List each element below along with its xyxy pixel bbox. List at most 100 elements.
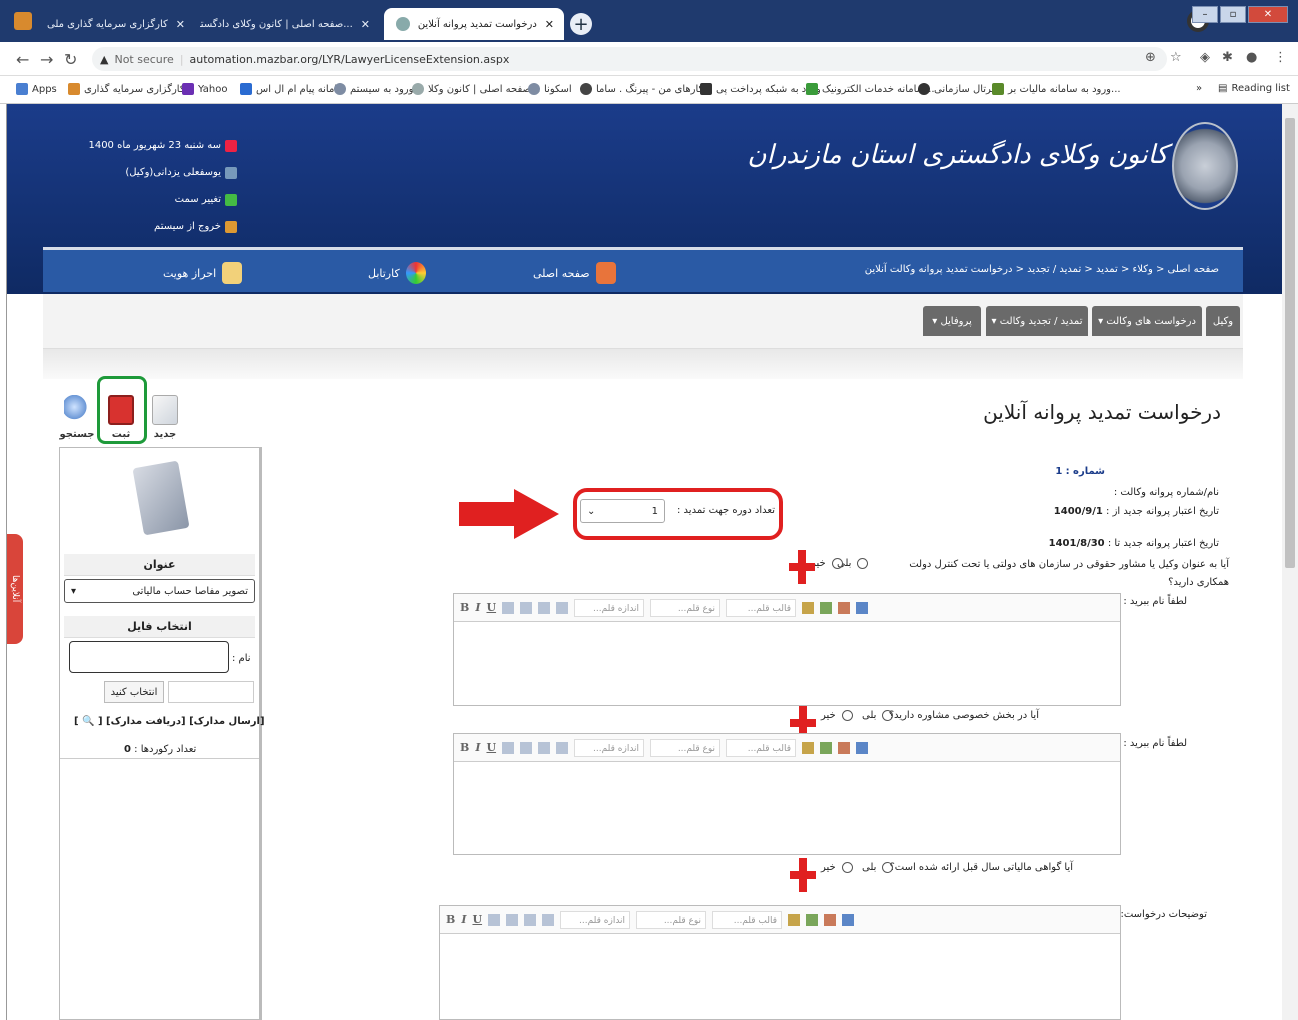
bookmark-item[interactable]: سامانه پیام ام ال اس bbox=[240, 83, 346, 95]
q1-no-option[interactable]: خیر bbox=[811, 558, 843, 569]
bookmark-item[interactable]: ورود به سامانه مالیات بر... bbox=[992, 83, 1121, 95]
reading-list-button[interactable]: ▤ Reading list bbox=[1218, 83, 1290, 94]
back-icon[interactable]: ← bbox=[16, 50, 29, 69]
image-icon[interactable] bbox=[802, 601, 815, 614]
new-button[interactable]: جدید bbox=[145, 384, 185, 440]
bookmark-apps[interactable]: Apps bbox=[16, 83, 57, 95]
q3-no[interactable]: خیر bbox=[821, 862, 853, 873]
font-size-select[interactable]: اندازه قلم... bbox=[560, 910, 631, 929]
menu-lawyer[interactable]: وکیل bbox=[1206, 306, 1240, 336]
image-icon[interactable] bbox=[802, 741, 815, 754]
vertical-scrollbar[interactable] bbox=[1282, 104, 1298, 1020]
underline-icon[interactable]: U bbox=[486, 741, 496, 754]
q2-no[interactable]: خیر bbox=[821, 710, 853, 721]
italic-icon[interactable]: I bbox=[475, 741, 480, 754]
search-button[interactable]: جستجو bbox=[57, 384, 97, 440]
menu-icon[interactable]: ⋮ bbox=[1274, 50, 1287, 65]
table-icon[interactable] bbox=[820, 741, 833, 754]
description-editor[interactable]: BIU اندازه قلم... نوع قلم... قالب قلم... bbox=[439, 905, 1121, 1020]
rich-editor-1[interactable]: BIU اندازه قلم... نوع قلم... قالب قلم... bbox=[453, 593, 1121, 706]
source-icon[interactable] bbox=[842, 913, 855, 926]
align-left-icon[interactable] bbox=[524, 913, 537, 926]
align-right-icon[interactable] bbox=[502, 601, 515, 614]
document-type-select[interactable]: تصویر مفاصا حساب مالیاتی ▾ bbox=[64, 579, 255, 603]
bookmark-item[interactable]: سامانه خدمات الکترونیک... bbox=[806, 83, 935, 95]
tab-bar-home[interactable]: صفحه اصلی | کانون وکلای دادگستری استا...… bbox=[200, 8, 380, 40]
close-window-icon[interactable]: ✕ bbox=[1248, 6, 1288, 23]
forward-icon[interactable]: → bbox=[40, 50, 53, 69]
more-bookmarks-button[interactable]: » bbox=[1196, 83, 1202, 94]
bookmark-item[interactable]: پرتال سازمانی bbox=[918, 83, 994, 95]
bold-icon[interactable]: B bbox=[460, 741, 469, 754]
change-role-link[interactable]: تغییر سمت bbox=[77, 186, 237, 213]
bookmark-item[interactable]: صفحه اصلی | کانون وکلا... bbox=[412, 83, 541, 95]
rich-editor-2[interactable]: BIU اندازه قلم... نوع قلم... قالب قلم... bbox=[453, 733, 1121, 855]
underline-icon[interactable]: U bbox=[472, 913, 482, 926]
account-icon[interactable]: ● bbox=[1246, 50, 1257, 65]
q2-yes[interactable]: بلی bbox=[862, 710, 894, 721]
link-icon[interactable] bbox=[824, 913, 837, 926]
nav-home[interactable]: صفحه اصلی bbox=[533, 262, 616, 284]
align-left-icon[interactable] bbox=[538, 741, 551, 754]
bookmark-item[interactable]: اسکونا bbox=[528, 83, 572, 95]
table-icon[interactable] bbox=[820, 601, 833, 614]
link-icon[interactable] bbox=[838, 601, 851, 614]
search-docs-icon[interactable]: 🔍 bbox=[82, 716, 94, 727]
table-icon[interactable] bbox=[806, 913, 819, 926]
nav-cartable[interactable]: کارتابل bbox=[368, 262, 426, 284]
tab-close-icon[interactable]: ✕ bbox=[176, 18, 185, 31]
star-icon[interactable]: ☆ bbox=[1170, 50, 1182, 65]
menu-renewal[interactable]: تمدید / تجدید وکالت ▾ bbox=[986, 306, 1088, 336]
maximize-icon[interactable]: ▫ bbox=[1220, 6, 1246, 23]
nav-auth[interactable]: احراز هویت bbox=[163, 262, 243, 284]
period-select[interactable]: ⌄ 1 bbox=[580, 499, 665, 523]
zoom-icon[interactable]: ⊕ bbox=[1145, 50, 1156, 65]
reload-icon[interactable]: ↻ bbox=[64, 50, 77, 69]
bookmark-item[interactable]: کارگزاری سرمایه گذاری... bbox=[68, 83, 194, 95]
align-center-icon[interactable] bbox=[506, 913, 519, 926]
scrollbar-thumb[interactable] bbox=[1285, 118, 1295, 568]
puzzle-icon[interactable]: ✱ bbox=[1222, 50, 1233, 65]
list-icon[interactable] bbox=[542, 913, 555, 926]
source-icon[interactable] bbox=[856, 741, 869, 754]
font-family-select[interactable]: نوع قلم... bbox=[650, 738, 721, 757]
bookmark-item[interactable]: کارهای من - پیرنگ . ساما... bbox=[580, 83, 713, 95]
image-icon[interactable] bbox=[788, 913, 801, 926]
list-icon[interactable] bbox=[556, 601, 569, 614]
align-center-icon[interactable] bbox=[520, 601, 533, 614]
browse-button[interactable]: انتخاب کنید bbox=[104, 681, 164, 703]
align-right-icon[interactable] bbox=[488, 913, 501, 926]
minimize-icon[interactable]: – bbox=[1192, 6, 1218, 23]
format-select[interactable]: قالب قلم... bbox=[726, 738, 797, 757]
tab-close-icon[interactable]: ✕ bbox=[545, 18, 554, 31]
tab-close-icon[interactable]: ✕ bbox=[361, 18, 370, 31]
list-icon[interactable] bbox=[556, 741, 569, 754]
logout-link[interactable]: خروج از سیستم bbox=[77, 213, 237, 240]
bookmark-item[interactable]: ورود به سیستم bbox=[334, 83, 413, 95]
italic-icon[interactable]: I bbox=[461, 913, 466, 926]
link-icon[interactable] bbox=[838, 741, 851, 754]
q3-yes[interactable]: بلی bbox=[862, 862, 894, 873]
format-select[interactable]: قالب قلم... bbox=[712, 910, 783, 929]
file-name-field[interactable] bbox=[69, 641, 229, 673]
align-right-icon[interactable] bbox=[502, 741, 515, 754]
font-size-select[interactable]: اندازه قلم... bbox=[574, 738, 645, 757]
bold-icon[interactable]: B bbox=[460, 601, 469, 614]
align-center-icon[interactable] bbox=[520, 741, 533, 754]
format-select[interactable]: قالب قلم... bbox=[726, 598, 797, 617]
new-tab-button[interactable]: + bbox=[570, 13, 592, 35]
underline-icon[interactable]: U bbox=[486, 601, 496, 614]
font-family-select[interactable]: نوع قلم... bbox=[636, 910, 707, 929]
file-path-input[interactable] bbox=[168, 681, 254, 703]
bold-icon[interactable]: B bbox=[446, 913, 455, 926]
save-button[interactable]: ثبت bbox=[101, 384, 141, 440]
bookmark-item[interactable]: Yahoo bbox=[182, 83, 227, 95]
italic-icon[interactable]: I bbox=[475, 601, 480, 614]
align-left-icon[interactable] bbox=[538, 601, 551, 614]
url-input[interactable]: ▲ Not secure | automation.mazbar.org/LYR… bbox=[92, 47, 1167, 71]
tab-broker[interactable]: کارگزاری سرمایه گذاری ملی ✕ bbox=[40, 8, 195, 40]
side-online-tab[interactable]: آنلاین‌ها bbox=[7, 534, 23, 644]
font-size-select[interactable]: اندازه قلم... bbox=[574, 598, 645, 617]
source-icon[interactable] bbox=[856, 601, 869, 614]
bookmark-item[interactable]: ورود به شبکه پرداخت پی bbox=[700, 83, 821, 95]
